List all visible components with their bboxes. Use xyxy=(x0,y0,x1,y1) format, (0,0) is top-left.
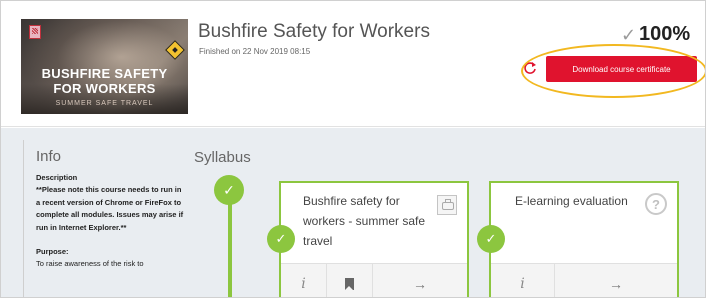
banner-title-line2: FOR WORKERS xyxy=(53,81,156,96)
banner-title-line1: BUSHFIRE SAFETY xyxy=(41,66,168,81)
info-text: Description **Please note this course ne… xyxy=(36,172,184,271)
module-bookmark-button[interactable] xyxy=(327,264,373,297)
timeline-check-icon: ✓ xyxy=(214,175,244,205)
course-banner-image: BUSHFIRE SAFETY FOR WORKERS SUMMER SAFE … xyxy=(21,19,188,114)
description-heading: Description xyxy=(36,173,78,182)
module-card-bushfire-safety[interactable]: Bushfire safety for workers - summer saf… xyxy=(267,181,469,297)
banner-subtitle: SUMMER SAFE TRAVEL xyxy=(55,100,154,107)
bookmark-icon xyxy=(345,277,354,290)
organization-logo-icon xyxy=(29,25,41,39)
module-card-evaluation[interactable]: E-learning evaluation ? ✓ i → xyxy=(477,181,679,297)
course-body: Info Description **Please note this cour… xyxy=(1,128,705,297)
module-info-button[interactable]: i xyxy=(281,264,327,297)
info-heading: Info xyxy=(36,148,62,165)
module-card-footer: i → xyxy=(491,263,677,297)
finished-date: Finished on 22 Nov 2019 08:15 xyxy=(199,47,311,56)
course-icon xyxy=(437,195,457,215)
arrow-right-icon: → xyxy=(609,275,623,292)
progress-percentage: 100% xyxy=(639,23,691,45)
module-card-footer: i → xyxy=(281,263,467,297)
question-icon: ? xyxy=(645,193,667,215)
module-open-button[interactable]: → xyxy=(373,264,467,297)
module-complete-check-icon: ✓ xyxy=(267,225,295,253)
info-icon: i xyxy=(520,275,525,292)
module-title[interactable]: E-learning evaluation xyxy=(515,191,645,211)
purpose-text: To raise awareness of the risk to xyxy=(36,259,144,269)
syllabus-heading: Syllabus xyxy=(194,149,251,166)
refresh-icon[interactable] xyxy=(523,61,537,75)
module-title[interactable]: Bushfire safety for workers - summer saf… xyxy=(303,191,433,251)
arrow-right-icon: → xyxy=(413,275,427,292)
description-text: **Please note this course needs to run i… xyxy=(36,185,184,232)
module-info-button[interactable]: i xyxy=(491,264,555,297)
module-open-button[interactable]: → xyxy=(555,264,677,297)
course-title: Bushfire Safety for Workers xyxy=(198,21,430,42)
course-header: BUSHFIRE SAFETY FOR WORKERS SUMMER SAFE … xyxy=(1,1,705,127)
download-certificate-button[interactable]: Download course certificate xyxy=(546,56,697,82)
module-complete-check-icon: ✓ xyxy=(477,225,505,253)
purpose-heading: Purpose: xyxy=(36,247,69,257)
info-icon: i xyxy=(301,275,306,292)
app-frame: BUSHFIRE SAFETY FOR WORKERS SUMMER SAFE … xyxy=(0,0,706,298)
info-panel: Info Description **Please note this cour… xyxy=(23,140,187,297)
progress-check-icon: ✓ xyxy=(621,25,637,45)
